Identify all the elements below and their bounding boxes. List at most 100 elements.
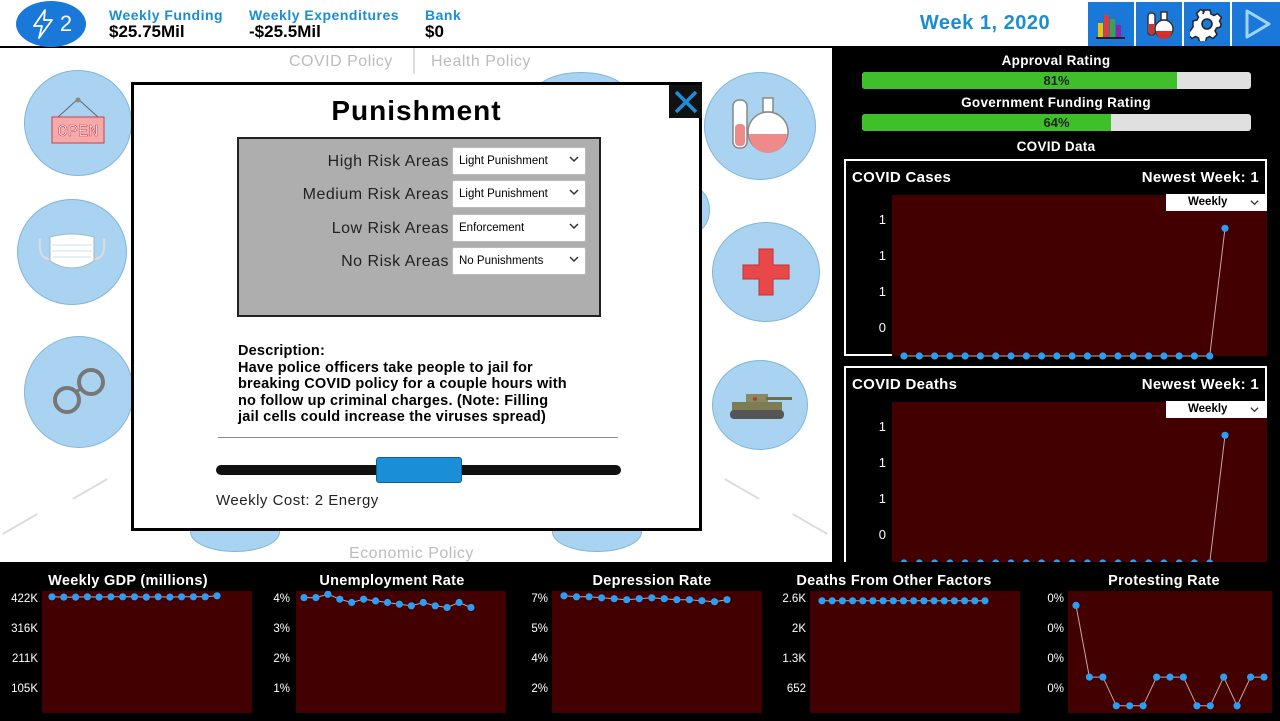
data-point <box>961 597 968 604</box>
y-tick: 3% <box>256 623 290 635</box>
line-chart-svg <box>42 591 252 713</box>
data-point <box>1234 702 1241 709</box>
data-point <box>1207 702 1214 709</box>
divider <box>218 437 618 438</box>
energy-counter[interactable]: 2 <box>16 1 86 47</box>
chevron-down-icon <box>569 221 579 231</box>
data-point <box>941 597 948 604</box>
bank-value: $0 <box>425 23 461 41</box>
data-point <box>1191 352 1198 359</box>
data-point <box>1221 432 1228 439</box>
dialog-title: Punishment <box>134 95 699 127</box>
data-point <box>1153 674 1160 681</box>
y-tick: 1 <box>856 455 886 470</box>
funding-rating-label: Government Funding Rating <box>832 95 1280 110</box>
data-point <box>408 602 415 609</box>
risk-label: Low Risk Areas <box>332 220 449 238</box>
no-risk-select[interactable]: No Punishments <box>452 247 586 275</box>
deaths-interval-select[interactable]: Weekly <box>1166 401 1267 418</box>
y-tick: 0% <box>1030 623 1064 635</box>
y-tick: 1% <box>256 683 290 695</box>
data-point <box>1193 702 1200 709</box>
select-value: Weekly <box>1188 196 1227 208</box>
data-point <box>1084 352 1091 359</box>
data-point <box>1086 674 1093 681</box>
data-point <box>213 592 220 599</box>
lab-flasks-icon <box>725 96 795 156</box>
healthcare-policy[interactable] <box>712 222 820 322</box>
intensity-slider-handle[interactable] <box>376 457 462 483</box>
data-point <box>202 593 209 600</box>
cases-interval-select[interactable]: Weekly <box>1166 194 1267 211</box>
description-label: Description: <box>238 343 610 360</box>
y-tick: 0% <box>1030 653 1064 665</box>
data-point <box>60 594 67 601</box>
bank: Bank $0 <box>425 7 461 41</box>
data-point <box>1166 674 1173 681</box>
close-button[interactable] <box>669 85 702 118</box>
data-point <box>931 352 938 359</box>
data-point <box>951 597 958 604</box>
tab-economic-policy[interactable]: Economic Policy <box>349 545 474 562</box>
data-point <box>143 594 150 601</box>
y-tick: 1 <box>856 491 886 506</box>
plot-area <box>892 195 1267 356</box>
flask-icon <box>1142 7 1176 41</box>
depression-chart: Depression Rate 7% 5% 4% 2% <box>512 562 768 721</box>
statistics-button[interactable] <box>1088 2 1134 46</box>
data-point <box>661 595 668 602</box>
face-mask-policy[interactable] <box>17 199 127 305</box>
covid-data-label: COVID Data <box>832 139 1280 154</box>
settings-button[interactable] <box>1184 2 1230 46</box>
data-point <box>1113 702 1120 709</box>
data-point <box>190 593 197 600</box>
low-risk-select[interactable]: Enforcement <box>452 214 586 242</box>
close-icon <box>673 89 699 115</box>
data-point <box>586 593 593 600</box>
risk-row-low: Low Risk Areas Enforcement <box>239 214 599 244</box>
play-button[interactable] <box>1232 2 1280 46</box>
data-point <box>711 598 718 605</box>
data-point <box>880 597 887 604</box>
punishment-policy[interactable] <box>24 336 134 448</box>
y-tick: 316K <box>4 623 38 635</box>
data-point <box>910 597 917 604</box>
y-tick: 422K <box>4 593 38 605</box>
y-tick: 0 <box>856 320 886 335</box>
data-point <box>84 593 91 600</box>
medium-risk-select[interactable]: Light Punishment <box>452 180 586 208</box>
data-point <box>444 604 451 611</box>
line-chart-svg <box>296 591 506 713</box>
y-tick: 1 <box>856 284 886 299</box>
research-policy[interactable] <box>704 72 816 180</box>
chart-title: Unemployment Rate <box>264 573 520 589</box>
data-point <box>981 597 988 604</box>
data-point <box>849 597 856 604</box>
open-businesses-policy[interactable]: OPEN <box>24 70 132 176</box>
unemployment-chart: Unemployment Rate 4% 3% 2% 1% <box>256 562 512 721</box>
high-risk-select[interactable]: Light Punishment <box>452 147 586 175</box>
plot-area <box>42 591 252 713</box>
select-value: No Punishments <box>459 255 543 267</box>
description-line: no follow up criminal charges. (Note: Fi… <box>238 393 610 410</box>
y-tick: 0% <box>1030 683 1064 695</box>
y-tick: 1 <box>856 248 886 263</box>
weekly-funding-value: $25.75Mil <box>109 23 223 41</box>
military-policy[interactable] <box>712 360 808 450</box>
data-point <box>1140 702 1147 709</box>
data-point <box>818 597 825 604</box>
tab-covid-policy[interactable]: COVID Policy <box>289 53 393 71</box>
data-point <box>573 593 580 600</box>
tab-health-policy[interactable]: Health Policy <box>431 53 531 71</box>
approval-rating-value: 81% <box>862 72 1251 89</box>
data-point <box>977 352 984 359</box>
research-button[interactable] <box>1136 2 1182 46</box>
open-sign-icon: OPEN <box>48 97 108 149</box>
weekly-cost: Weekly Cost: 2 Energy <box>216 492 379 509</box>
line-chart-svg <box>810 591 1020 713</box>
data-point <box>900 597 907 604</box>
data-point <box>396 601 403 608</box>
data-point <box>1145 352 1152 359</box>
y-tick: 2% <box>256 653 290 665</box>
data-point <box>1099 352 1106 359</box>
